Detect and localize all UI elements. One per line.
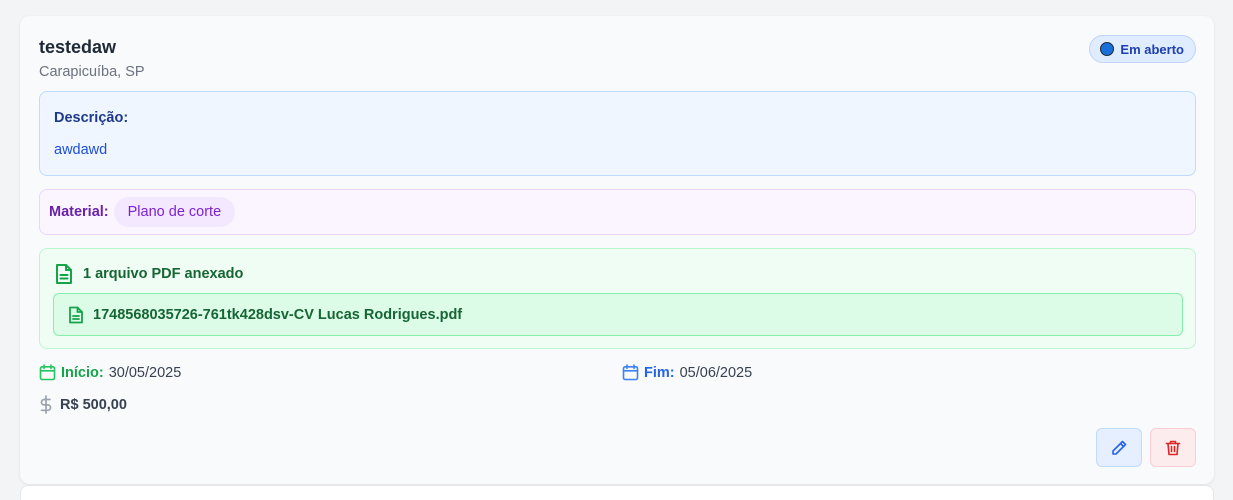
status-badge: Em aberto — [1089, 35, 1196, 63]
start-date-value: 30/05/2025 — [108, 364, 182, 381]
description-text: awdawd — [54, 142, 108, 158]
trash-icon — [1164, 439, 1182, 457]
price-value: R$ 500,00 — [60, 396, 127, 413]
file-icon — [54, 263, 74, 285]
end-date: Fim: 05/06/2025 — [622, 364, 752, 381]
dollar-icon — [39, 395, 53, 414]
start-date-label: Início: — [61, 364, 104, 381]
material-box: Material: Plano de corte — [39, 189, 1196, 235]
attachments-header: 1 arquivo PDF anexado — [54, 263, 243, 285]
end-date-value: 05/06/2025 — [679, 364, 753, 381]
start-date: Início: 30/05/2025 — [39, 364, 181, 381]
delete-button[interactable] — [1150, 428, 1196, 467]
file-icon — [68, 306, 84, 324]
edit-button[interactable] — [1096, 428, 1142, 467]
attachment-file-link[interactable]: 1748568035726-761tk428dsv-CV Lucas Rodri… — [53, 293, 1183, 336]
price: R$ 500,00 — [39, 395, 127, 414]
material-chip: Plano de corte — [113, 197, 236, 227]
pencil-icon — [1110, 439, 1128, 457]
status-label: Em aberto — [1120, 41, 1184, 57]
card-title: testedaw — [39, 37, 117, 57]
attachments-summary: 1 arquivo PDF anexado — [83, 266, 244, 282]
attachment-file-name: 1748568035726-761tk428dsv-CV Lucas Rodri… — [93, 306, 463, 323]
calendar-icon — [622, 364, 639, 381]
attachments-box: 1 arquivo PDF anexado 1748568035726-761t… — [39, 248, 1196, 349]
end-date-label: Fim: — [644, 364, 675, 381]
card-location: Carapicuíba, SP — [39, 64, 145, 80]
status-dot-icon — [1100, 42, 1115, 56]
description-box: Descrição: awdawd — [39, 91, 1196, 176]
material-label: Material: — [49, 204, 109, 220]
order-card: testedaw Carapicuíba, SP Em aberto Descr… — [20, 16, 1214, 484]
next-card — [20, 485, 1214, 500]
description-label: Descrição: — [54, 110, 129, 126]
calendar-icon — [39, 364, 56, 381]
